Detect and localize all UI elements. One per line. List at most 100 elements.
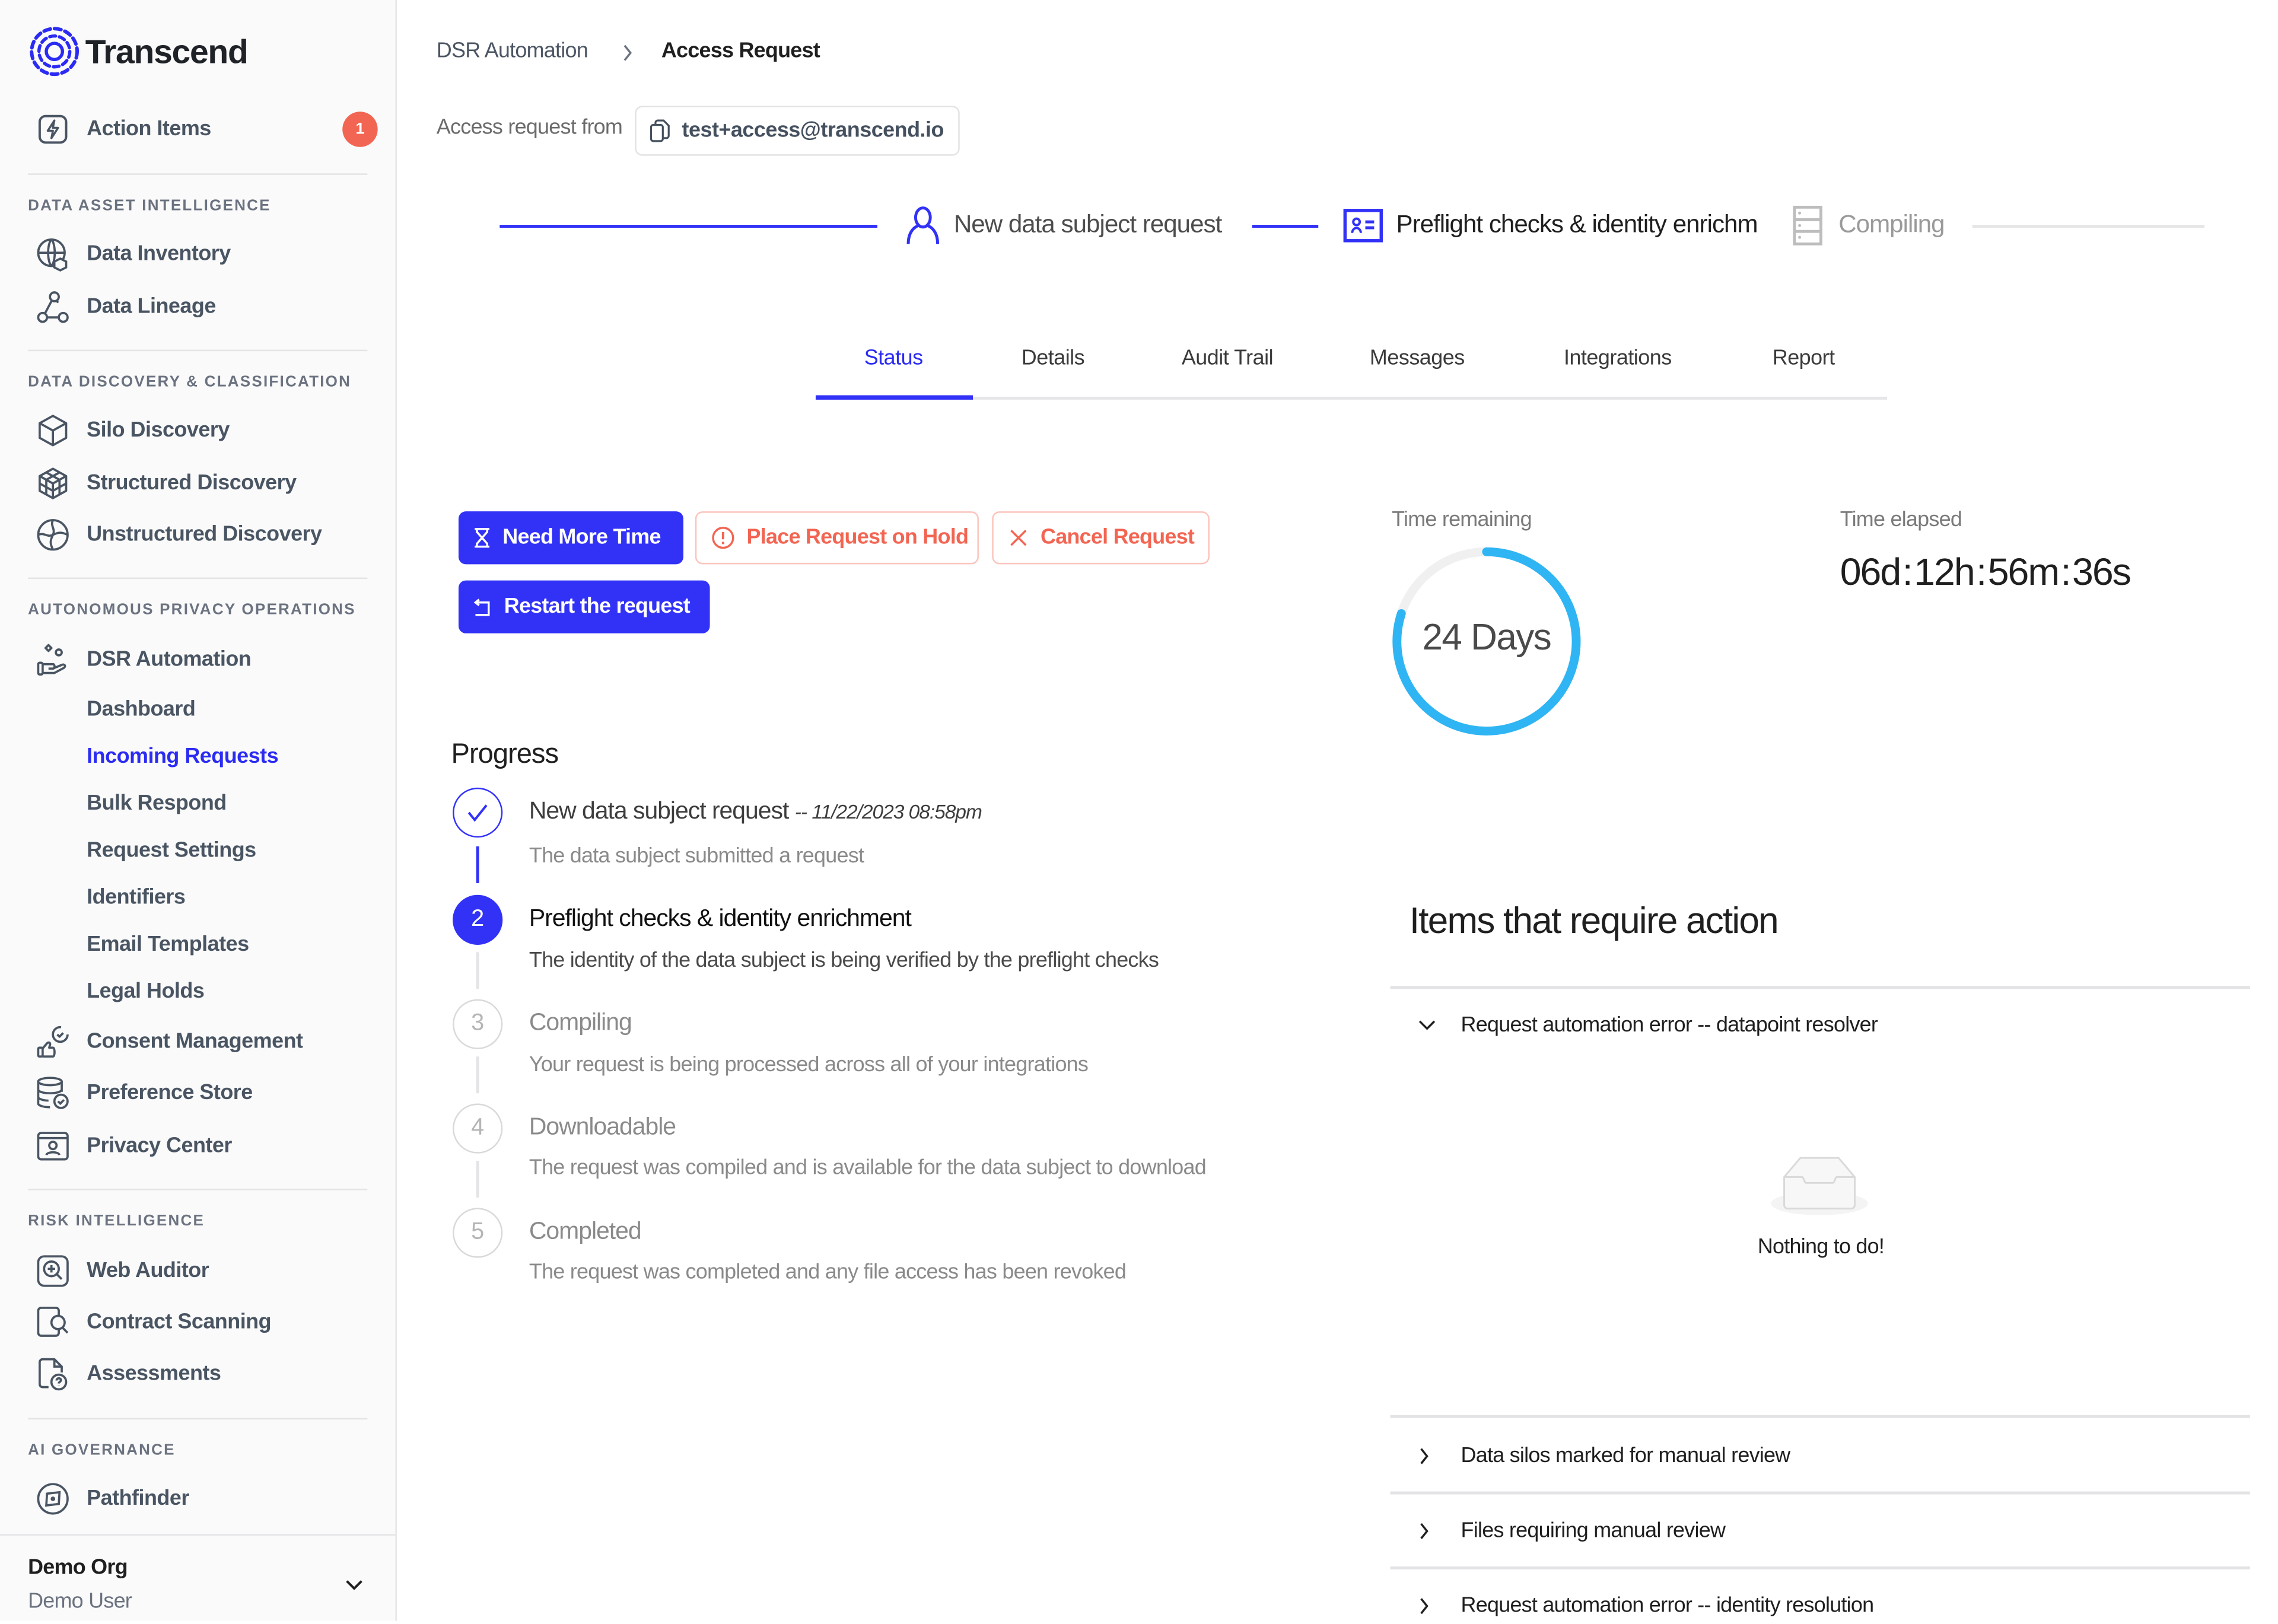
globe-icon bbox=[35, 517, 70, 552]
sidebar-subitem-request-settings[interactable]: Request Settings bbox=[87, 835, 256, 867]
sidebar-item-label: Privacy Center bbox=[87, 1134, 232, 1158]
sidebar-item-label: Preference Store bbox=[87, 1081, 253, 1106]
step-2-description: The identity of the data subject is bein… bbox=[529, 949, 1159, 973]
tab-integrations[interactable]: Integrations bbox=[1564, 347, 1672, 371]
profile-card-icon bbox=[35, 1129, 70, 1164]
sidebar-item-preference-store[interactable]: Preference Store bbox=[35, 1071, 253, 1115]
sidebar-item-data-lineage[interactable]: Data Lineage bbox=[35, 285, 216, 329]
section-title: RISK INTELLIGENCE bbox=[28, 1212, 205, 1230]
stepper-connector-done bbox=[499, 225, 878, 228]
zoom-in-icon bbox=[35, 1253, 70, 1288]
hand-icon bbox=[35, 642, 70, 677]
time-remaining-value: 24 Days bbox=[1422, 617, 1551, 658]
section-title: AI GOVERNANCE bbox=[28, 1441, 176, 1460]
step-2-circle: 2 bbox=[453, 894, 503, 945]
sidebar-item-unstructured-discovery[interactable]: Unstructured Discovery bbox=[35, 513, 322, 557]
accordion-identity-resolution[interactable]: Request automation error -- identity res… bbox=[1391, 1588, 2250, 1623]
breadcrumb-current: Access Request bbox=[661, 39, 820, 63]
divider bbox=[1390, 1491, 2250, 1494]
step-connector bbox=[476, 952, 479, 989]
thumbs-up-icon bbox=[35, 1024, 70, 1059]
button-label: Place Request on Hold bbox=[746, 526, 969, 550]
org-name: Demo Org bbox=[28, 1556, 128, 1580]
lightning-icon bbox=[35, 112, 70, 147]
stepper-connector-pending bbox=[1972, 225, 2205, 228]
step-title-text: New data subject request bbox=[529, 798, 789, 824]
sidebar-item-data-inventory[interactable]: Data Inventory bbox=[35, 232, 231, 276]
id-card-icon bbox=[1343, 209, 1383, 243]
chevron-right-icon bbox=[623, 44, 632, 61]
sidebar-item-contract-scanning[interactable]: Contract Scanning bbox=[35, 1300, 272, 1344]
cancel-request-button[interactable]: Cancel Request bbox=[992, 511, 1210, 565]
sidebar-item-label: Web Auditor bbox=[87, 1259, 209, 1283]
chevron-down-icon bbox=[1417, 1018, 1440, 1033]
step-connector bbox=[476, 1161, 479, 1198]
person-icon bbox=[906, 206, 940, 244]
time-elapsed-label: Time elapsed bbox=[1840, 508, 1962, 532]
breadcrumb-parent[interactable]: DSR Automation bbox=[437, 40, 588, 63]
logo[interactable]: Transcend bbox=[28, 25, 249, 78]
time-elapsed-value: 06d : 12h : 56m : 36s bbox=[1840, 549, 2131, 594]
return-arrow-icon bbox=[473, 597, 492, 616]
tab-status[interactable]: Status bbox=[864, 347, 923, 371]
empty-inbox-icon bbox=[1771, 1157, 1868, 1215]
copy-icon bbox=[650, 119, 670, 142]
sidebar-subitem-incoming-requests[interactable]: Incoming Requests bbox=[87, 741, 278, 773]
sidebar-subitem-identifiers[interactable]: Identifiers bbox=[87, 881, 186, 914]
sidebar-item-dsr-automation[interactable]: DSR Automation bbox=[35, 638, 252, 682]
requester-email-chip[interactable]: test+access@transcend.io bbox=[635, 106, 960, 156]
sidebar-subitem-bulk-respond[interactable]: Bulk Respond bbox=[87, 788, 227, 820]
sidebar-subitem-legal-holds[interactable]: Legal Holds bbox=[87, 976, 205, 1008]
active-tab-indicator bbox=[815, 395, 973, 400]
hourglass-icon bbox=[473, 527, 491, 548]
tab-audit-trail[interactable]: Audit Trail bbox=[1182, 347, 1274, 371]
sidebar-item-label: Silo Discovery bbox=[87, 419, 230, 442]
sidebar-item-label: DSR Automation bbox=[87, 648, 252, 672]
sidebar-item-label: Pathfinder bbox=[87, 1487, 189, 1511]
accordion-files-manual-review[interactable]: Files requiring manual review bbox=[1391, 1514, 2250, 1549]
sidebar-item-action-items[interactable]: Action Items bbox=[35, 107, 211, 151]
sidebar-item-pathfinder[interactable]: Pathfinder bbox=[35, 1477, 189, 1521]
stepper-step-3-label: Compiling bbox=[1838, 210, 1945, 238]
sidebar-divider bbox=[28, 577, 368, 579]
cube-icon bbox=[35, 413, 70, 448]
close-icon bbox=[1008, 527, 1029, 548]
org-switcher[interactable]: Demo Org Demo User bbox=[0, 1536, 395, 1621]
tab-messages[interactable]: Messages bbox=[1370, 347, 1465, 371]
action-items-count-badge: 1 bbox=[342, 112, 378, 147]
sidebar-item-assessments[interactable]: Assessments bbox=[35, 1352, 221, 1396]
sidebar-item-silo-discovery[interactable]: Silo Discovery bbox=[35, 409, 230, 453]
need-more-time-button[interactable]: Need More Time bbox=[458, 511, 683, 565]
sidebar-divider bbox=[28, 173, 368, 175]
stepper-connector-done bbox=[1252, 225, 1319, 228]
chevron-down-icon bbox=[346, 1580, 362, 1590]
accordion-datapoint-resolver[interactable]: Request automation error -- datapoint re… bbox=[1391, 1008, 2250, 1043]
sidebar-item-label: Structured Discovery bbox=[87, 472, 297, 495]
sidebar-subitem-email-templates[interactable]: Email Templates bbox=[87, 929, 249, 961]
restart-request-button[interactable]: Restart the request bbox=[458, 580, 710, 633]
sidebar: Transcend Action Items 1 DATA ASSET INTE… bbox=[0, 0, 397, 1621]
divider bbox=[1390, 1566, 2250, 1569]
sidebar-subitem-dashboard[interactable]: Dashboard bbox=[87, 693, 196, 726]
sidebar-item-web-auditor[interactable]: Web Auditor bbox=[35, 1249, 209, 1293]
user-name: Demo User bbox=[28, 1590, 132, 1614]
step-connector bbox=[476, 1056, 479, 1094]
chevron-right-icon bbox=[1417, 1596, 1440, 1616]
accordion-label: Files requiring manual review bbox=[1461, 1519, 1726, 1543]
sidebar-item-structured-discovery[interactable]: Structured Discovery bbox=[35, 461, 297, 505]
sidebar-item-label: Action Items bbox=[87, 117, 211, 141]
place-on-hold-button[interactable]: Place Request on Hold bbox=[695, 511, 979, 565]
sidebar-item-privacy-center[interactable]: Privacy Center bbox=[35, 1124, 232, 1168]
sidebar-item-consent-management[interactable]: Consent Management bbox=[35, 1020, 303, 1063]
tab-details[interactable]: Details bbox=[1022, 347, 1085, 371]
step-4-title: Downloadable bbox=[529, 1113, 676, 1141]
tab-report[interactable]: Report bbox=[1773, 347, 1835, 371]
accordion-label: Data silos marked for manual review bbox=[1461, 1444, 1791, 1468]
sidebar-item-label: Contract Scanning bbox=[87, 1310, 272, 1335]
lineage-icon bbox=[35, 289, 70, 324]
accordion-data-silos-manual-review[interactable]: Data silos marked for manual review bbox=[1391, 1438, 2250, 1473]
step-3-title: Compiling bbox=[529, 1009, 632, 1036]
section-title: DATA DISCOVERY & CLASSIFICATION bbox=[28, 373, 352, 391]
divider bbox=[1390, 986, 2250, 989]
compass-icon bbox=[35, 1481, 70, 1516]
